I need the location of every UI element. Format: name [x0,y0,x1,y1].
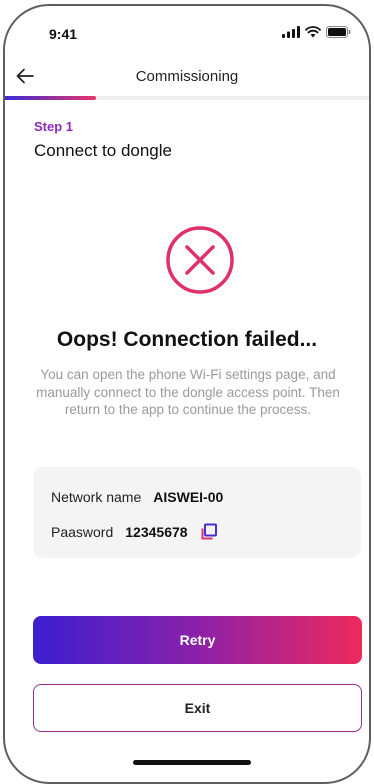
step-title: Connect to dongle [34,141,172,160]
status-time: 9:41 [49,26,78,42]
home-indicator [133,760,251,765]
password-label: Paasword [51,524,114,540]
network-name-label: Network name [51,489,142,505]
network-name-value: AISWEI-00 [153,489,224,505]
error-circle-x-icon [166,226,234,294]
password-value: 12345678 [125,524,188,540]
network-name-row: Network name AISWEI-00 [51,489,223,505]
progress-fill [5,96,96,100]
page-title: Commissioning [135,68,239,85]
exit-button[interactable]: Exit [33,684,362,732]
error-description: You can open the phone Wi-Fi settings pa… [36,367,340,417]
nav-bar: Commissioning [5,56,369,96]
phone-frame: 9:41 Commissioning Step 1 Connect to don… [3,4,371,784]
status-bar: 9:41 [5,6,369,54]
status-icons [282,26,351,38]
retry-button[interactable]: Retry [33,616,362,664]
wifi-icon [305,26,321,38]
copy-icon[interactable] [200,523,218,541]
progress-bar [5,96,369,100]
signal-icon [282,26,300,38]
error-heading: Oops! Connection failed... [56,328,318,351]
battery-icon [326,26,351,38]
step-label: Step 1 [34,119,74,134]
network-info-card: Network name AISWEI-00 Paasword 12345678 [33,467,361,558]
password-row: Paasword 12345678 [51,523,218,541]
